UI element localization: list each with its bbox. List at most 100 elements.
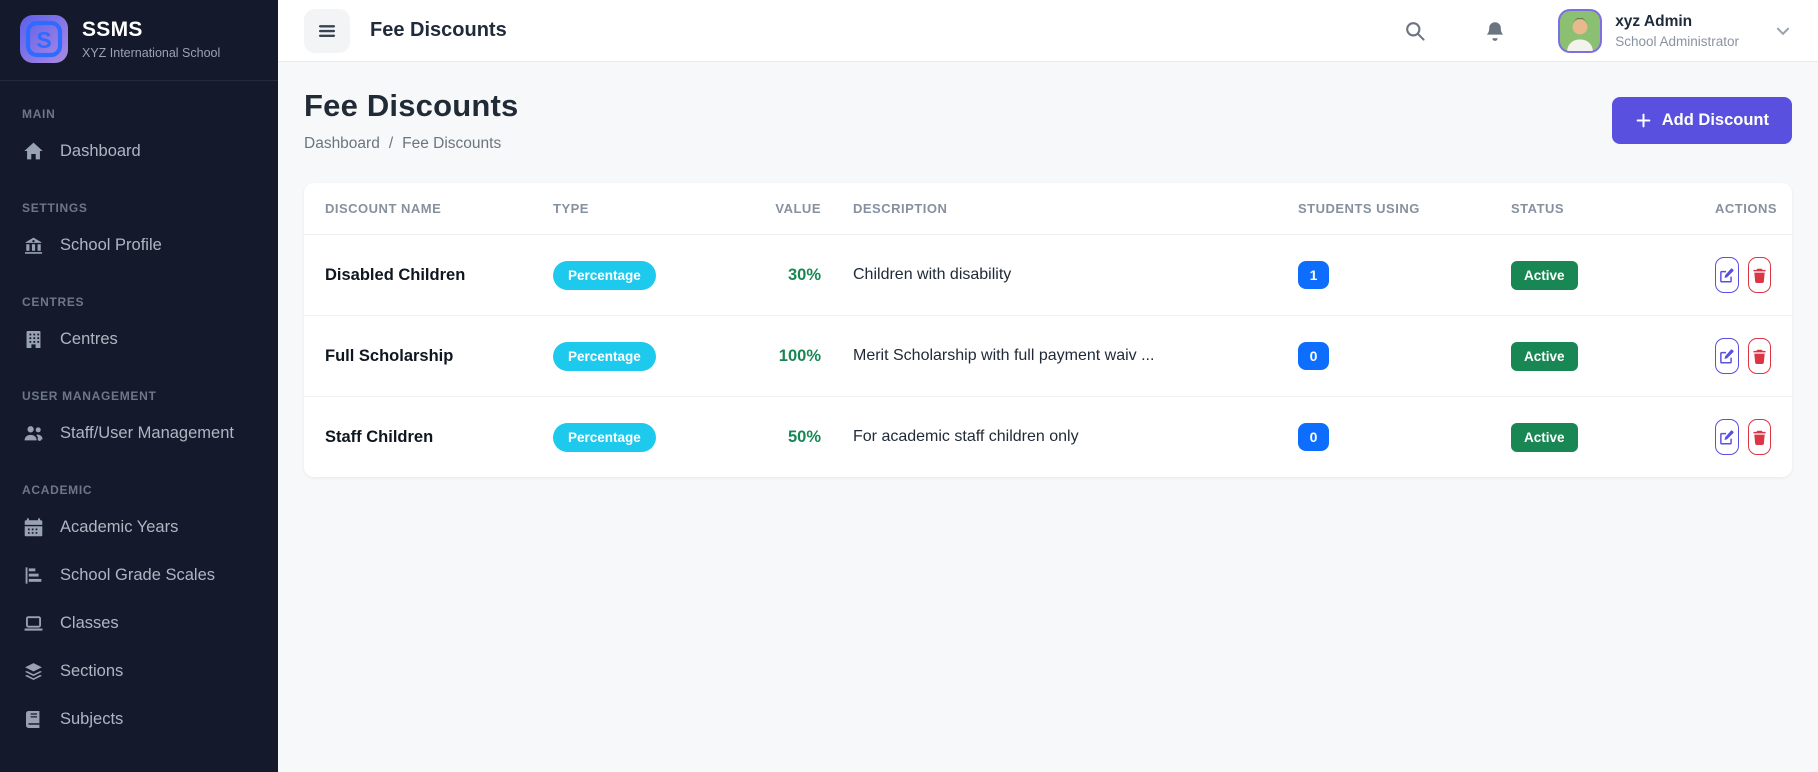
- brand-logo-icon: S: [20, 15, 68, 63]
- col-description: DESCRIPTION: [837, 183, 1282, 235]
- trash-icon: [1753, 430, 1766, 445]
- nav-section-user-management: USER MANAGEMENT: [22, 389, 157, 403]
- search-button[interactable]: [1396, 12, 1434, 50]
- col-type: TYPE: [537, 183, 737, 235]
- main-area: Fee Discounts xyz Admin School Administr…: [278, 0, 1818, 772]
- col-discount-name: DISCOUNT NAME: [304, 183, 537, 235]
- sidebar-item-label: Classes: [60, 613, 119, 632]
- breadcrumb: Dashboard / Fee Discounts: [304, 135, 518, 153]
- students-using-cell: 0: [1282, 315, 1495, 397]
- sidebar-item-label: Academic Years: [60, 517, 179, 536]
- sidebar-item-label: Centres: [60, 329, 118, 348]
- edit-discount-button[interactable]: [1715, 419, 1739, 455]
- status-cell: Active: [1495, 397, 1699, 478]
- discount-name-cell: Disabled Children: [304, 234, 537, 316]
- sidebar: S SSMS XYZ International School MAIN Das…: [0, 0, 278, 772]
- students-count-badge: 0: [1298, 423, 1329, 451]
- user-menu[interactable]: xyz Admin School Administrator: [1558, 8, 1792, 53]
- status-cell: Active: [1495, 315, 1699, 397]
- edit-discount-button[interactable]: [1715, 338, 1739, 374]
- sidebar-toggle-button[interactable]: [304, 8, 350, 53]
- sidebar-item-academic-years[interactable]: Academic Years: [0, 503, 278, 551]
- type-cell: Percentage: [537, 315, 737, 397]
- trash-icon: [1753, 268, 1766, 283]
- edit-discount-button[interactable]: [1715, 257, 1739, 293]
- discounts-table: DISCOUNT NAME TYPE VALUE DESCRIPTION STU…: [304, 183, 1792, 477]
- brand: S SSMS XYZ International School: [0, 0, 278, 81]
- sidebar-item-label: Subjects: [60, 709, 124, 728]
- topbar: Fee Discounts xyz Admin School Administr…: [278, 0, 1818, 62]
- pencil-square-icon: [1720, 267, 1734, 283]
- pencil-square-icon: [1720, 429, 1734, 445]
- chevron-down-icon: [1774, 22, 1792, 40]
- table-row: Disabled Children Percentage 30% Childre…: [304, 234, 1792, 316]
- students-count-badge: 1: [1298, 261, 1329, 289]
- col-value: VALUE: [737, 183, 837, 235]
- value-cell: 30%: [737, 234, 837, 316]
- description-cell: For academic staff children only: [853, 428, 1079, 445]
- sidebar-item-sections[interactable]: Sections: [0, 647, 278, 695]
- nav-section-academic: ACADEMIC: [22, 483, 93, 497]
- trash-icon: [1753, 349, 1766, 364]
- brand-text: SSMS XYZ International School: [82, 18, 220, 60]
- grade-scales-icon: [22, 564, 44, 586]
- sidebar-item-label: School Profile: [60, 235, 162, 254]
- school-icon: [22, 234, 44, 256]
- sidebar-item-dashboard[interactable]: Dashboard: [0, 127, 278, 175]
- user-info: xyz Admin School Administrator: [1615, 13, 1739, 49]
- value-cell: 50%: [787, 427, 821, 446]
- type-cell: Percentage: [537, 234, 737, 316]
- sidebar-item-school-grade-scales[interactable]: School Grade Scales: [0, 551, 278, 599]
- pencil-square-icon: [1720, 348, 1734, 364]
- page-head: Fee Discounts Dashboard / Fee Discounts …: [304, 88, 1792, 153]
- book-icon: [22, 708, 44, 730]
- col-actions: ACTIONS: [1699, 183, 1792, 235]
- sidebar-item-staff-user-management[interactable]: Staff/User Management: [0, 409, 278, 457]
- users-icon: [22, 422, 44, 444]
- delete-discount-button[interactable]: [1747, 338, 1771, 374]
- nav-section-centres: CENTRES: [22, 295, 85, 309]
- page-head-left: Fee Discounts Dashboard / Fee Discounts: [304, 88, 518, 153]
- actions-cell: [1699, 315, 1792, 397]
- sidebar-item-subjects[interactable]: Subjects: [0, 695, 278, 743]
- notifications-button[interactable]: [1476, 12, 1514, 50]
- laptop-icon: [22, 612, 44, 634]
- delete-discount-button[interactable]: [1747, 419, 1771, 455]
- add-discount-button[interactable]: Add Discount: [1611, 97, 1792, 144]
- status-cell: Active: [1495, 234, 1699, 316]
- bell-icon: [1487, 21, 1504, 41]
- avatar: [1558, 8, 1603, 53]
- sidebar-item-label: Staff/User Management: [60, 423, 234, 442]
- calendar-icon: [22, 516, 44, 538]
- sidebar-item-label: School Grade Scales: [60, 565, 216, 584]
- sidebar-item-centres[interactable]: Centres: [0, 315, 278, 363]
- status-badge: Active: [1511, 341, 1578, 371]
- app-window: S SSMS XYZ International School MAIN Das…: [0, 0, 1818, 772]
- topbar-right: xyz Admin School Administrator: [1396, 8, 1792, 53]
- topbar-title: Fee Discounts: [370, 19, 507, 41]
- description-cell: Merit Scholarship with full payment waiv…: [837, 315, 1282, 397]
- home-icon: [22, 140, 44, 162]
- actions-cell: [1699, 234, 1792, 316]
- students-using-cell: 1: [1282, 234, 1495, 316]
- sidebar-item-classes[interactable]: Classes: [0, 599, 278, 647]
- search-icon: [1406, 21, 1425, 41]
- status-badge: Active: [1511, 422, 1578, 452]
- type-badge: Percentage: [553, 422, 656, 452]
- breadcrumb-separator: /: [388, 135, 394, 152]
- breadcrumb-dashboard-link[interactable]: Dashboard: [304, 135, 380, 153]
- add-discount-label: Add Discount: [1661, 111, 1769, 129]
- layers-icon: [22, 660, 44, 682]
- table-header-row: DISCOUNT NAME TYPE VALUE DESCRIPTION STU…: [304, 183, 1792, 235]
- type-cell: Percentage: [537, 397, 737, 478]
- brand-subtitle: XYZ International School: [82, 46, 221, 60]
- table-row: Staff Children Percentage 50% For academ…: [304, 397, 1792, 478]
- breadcrumb-current: Fee Discounts: [402, 135, 502, 152]
- actions-cell: [1699, 397, 1792, 478]
- page-title: Fee Discounts: [304, 88, 519, 123]
- sidebar-item-school-profile[interactable]: School Profile: [0, 221, 278, 269]
- students-count-badge: 0: [1298, 342, 1329, 370]
- col-status: STATUS: [1495, 183, 1699, 235]
- delete-discount-button[interactable]: [1747, 257, 1771, 293]
- discount-name-cell: Full Scholarship: [304, 315, 537, 397]
